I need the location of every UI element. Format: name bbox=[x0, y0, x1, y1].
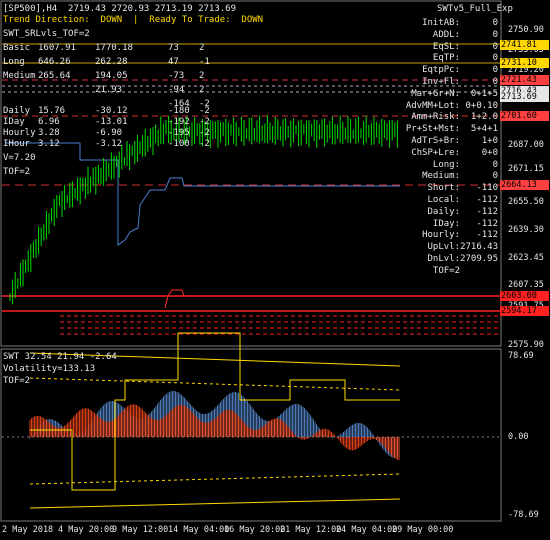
trend-direction: Trend Direction: DOWN | Ready To Trade: … bbox=[3, 15, 264, 25]
panel-value: -110 bbox=[476, 183, 498, 194]
srl-indicator-label: SWT_SRLvls_TOF=2 bbox=[3, 29, 90, 39]
level-cell-c: -195 bbox=[168, 128, 190, 138]
level-cell-a: 265.64 bbox=[38, 71, 71, 81]
trading-chart-window[interactable]: [SP500],H4 2719.43 2720.93 2713.19 2713.… bbox=[0, 0, 550, 540]
level-cell-b: 262.28 bbox=[95, 57, 128, 67]
time-label: 24 May 04:00 bbox=[336, 525, 398, 535]
osc-axis-zero: 0.00 bbox=[508, 432, 529, 442]
panel-value: 0+0 bbox=[481, 147, 498, 158]
price-tick: 2687.00 bbox=[508, 140, 544, 150]
panel-value: 0 bbox=[492, 171, 498, 182]
time-label: 21 May 12:00 bbox=[280, 525, 342, 535]
price-tick: 2607.35 bbox=[508, 280, 544, 290]
time-label: 14 May 04:00 bbox=[168, 525, 230, 535]
osc-axis-bottom: -78.69 bbox=[508, 510, 539, 520]
level-cell-a: 1607.91 bbox=[38, 43, 76, 53]
panel-value: 1+2.0 bbox=[470, 112, 498, 123]
panel-value: 0 bbox=[492, 41, 498, 52]
time-label: 4 May 20:00 bbox=[58, 525, 115, 535]
price-tag: 2713.69 bbox=[500, 92, 549, 102]
osc-volatility: Volatility=133.13 bbox=[3, 364, 96, 374]
time-label: 16 May 20:00 bbox=[224, 525, 286, 535]
panel-value: 2716.43 bbox=[460, 242, 498, 253]
price-tag: 2603.00 bbox=[500, 291, 549, 301]
level-cell-name: Medium bbox=[3, 71, 36, 81]
osc-title: SWT 32.54 21.94 -2.64 bbox=[3, 352, 117, 362]
level-cell-b: -30.12 bbox=[95, 106, 128, 116]
panel-value: 0+0.10 bbox=[465, 100, 498, 111]
panel-value: 1+0 bbox=[481, 136, 498, 146]
level-cell-b: 21.93 bbox=[95, 85, 123, 95]
panel-value: -112 bbox=[476, 195, 498, 205]
level-cell-name: Basic bbox=[3, 43, 31, 53]
price-tick: 2623.45 bbox=[508, 253, 544, 263]
level-cell-name: IDay bbox=[3, 117, 25, 127]
panel-value: -112 bbox=[476, 206, 498, 217]
level-cell-c: -100 bbox=[168, 139, 190, 149]
level-cell-b: -13.01 bbox=[95, 117, 128, 127]
level-cell-a: 3.12 bbox=[38, 139, 60, 149]
level-cell-d: 2 bbox=[199, 43, 205, 53]
level-cell-c: -180 bbox=[168, 106, 190, 116]
panel-value: 5+4+1 bbox=[470, 124, 498, 135]
panel-value: 0 bbox=[492, 65, 498, 76]
panel-value: 0 bbox=[492, 18, 498, 28]
panel-value: -112 bbox=[476, 230, 498, 241]
panel-value: 0 bbox=[492, 29, 498, 40]
level-cell-b: -3.12 bbox=[95, 139, 123, 149]
price-tick: 2575.90 bbox=[508, 340, 544, 350]
panel-value: 2709.95 bbox=[460, 254, 498, 264]
time-label: 29 May 00:00 bbox=[392, 525, 454, 535]
level-cell-name: IHour bbox=[3, 139, 31, 149]
level-cell-c: 73 bbox=[168, 43, 179, 53]
panel-value: -112 bbox=[476, 218, 498, 229]
level-cell-b: -6.90 bbox=[95, 128, 123, 138]
level-cell-c: -94 bbox=[168, 85, 185, 95]
level-cell-d: 2 bbox=[199, 85, 205, 95]
price-tag: 2664.13 bbox=[500, 180, 549, 190]
level-cell-name: Hourly bbox=[3, 128, 36, 138]
price-tag: 2721.43 bbox=[500, 75, 549, 85]
level-cell-d: -2 bbox=[199, 128, 210, 138]
osc-tof: TOF=2 bbox=[3, 376, 31, 386]
symbol-info: [SP500],H4 2719.43 2720.93 2713.19 2713.… bbox=[3, 4, 236, 14]
panel-value: 0+1+5 bbox=[470, 88, 498, 99]
price-tag: 2701.60 bbox=[500, 111, 549, 121]
level-cell-c: 47 bbox=[168, 57, 179, 67]
price-tag: 2594.17 bbox=[500, 306, 549, 316]
price-tick: 2671.15 bbox=[508, 164, 544, 174]
level-cell-c: -192 bbox=[168, 117, 190, 127]
level-cell-a: 15.76 bbox=[38, 106, 66, 116]
level-cell-name: Long bbox=[3, 57, 25, 67]
panel-label: TOF=2 bbox=[432, 265, 460, 276]
level-cell-a: 6.96 bbox=[38, 117, 60, 127]
tof-label: TOF=2 bbox=[3, 167, 31, 177]
level-cell-d: -2 bbox=[199, 139, 210, 149]
level-cell-d: -2 bbox=[199, 106, 210, 116]
level-cell-d: -2 bbox=[199, 117, 210, 127]
v-label: V=7.20 bbox=[3, 153, 36, 163]
panel-value: 0 bbox=[492, 53, 498, 64]
level-cell-c: -73 bbox=[168, 71, 185, 81]
panel-value: 0 bbox=[492, 159, 498, 170]
price-tag: 2731.10 bbox=[500, 58, 549, 68]
level-cell-a: 646.26 bbox=[38, 57, 71, 67]
ea-name: SWTv5_Full_Exp bbox=[437, 4, 513, 14]
level-cell-d: 2 bbox=[199, 71, 205, 81]
level-cell-b: 194.05 bbox=[95, 71, 128, 81]
level-cell-a: 3.28 bbox=[38, 128, 60, 138]
price-tag: 2741.81 bbox=[500, 40, 549, 50]
price-tick: 2750.90 bbox=[508, 25, 544, 35]
level-cell-d: -1 bbox=[199, 57, 210, 67]
osc-axis-top: 78.69 bbox=[508, 351, 534, 361]
time-label: 9 May 12:00 bbox=[112, 525, 169, 535]
panel-value: 0 bbox=[492, 77, 498, 87]
level-cell-b: 1770.18 bbox=[95, 43, 133, 53]
price-tick: 2655.50 bbox=[508, 197, 544, 207]
price-tick: 2639.30 bbox=[508, 225, 544, 235]
time-label: 2 May 2018 bbox=[2, 525, 54, 535]
level-cell-name: Daily bbox=[3, 106, 31, 116]
